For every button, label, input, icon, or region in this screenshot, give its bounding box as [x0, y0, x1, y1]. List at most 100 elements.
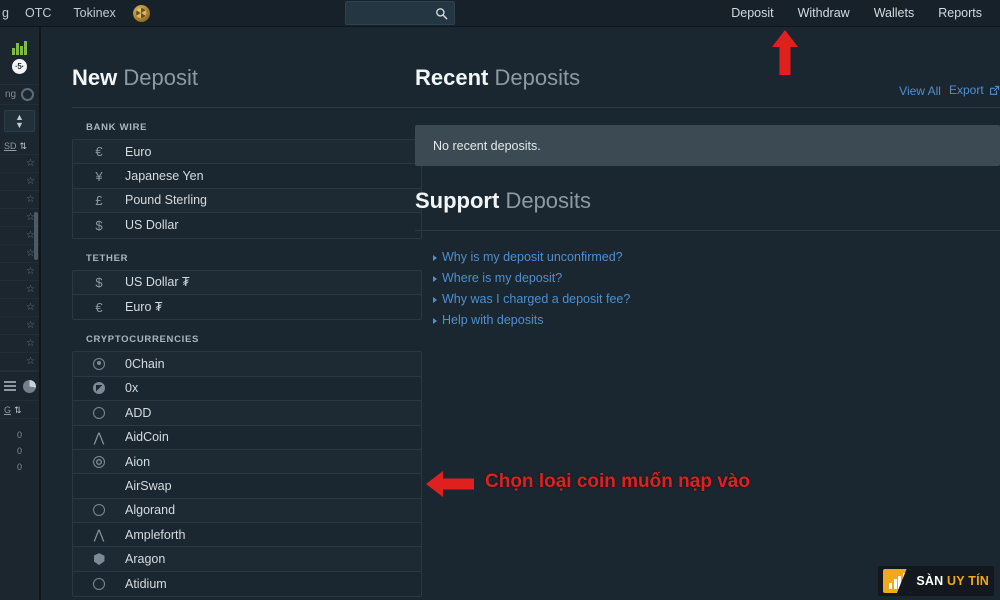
list-item[interactable]: ☆: [0, 191, 39, 209]
rail-badge: ·5·: [12, 59, 27, 74]
rail-number: 0: [16, 462, 22, 472]
main-content: New Deposit BANK WIRE € Euro ¥ Japanese …: [40, 27, 1000, 600]
list-item-tether-usd[interactable]: $ US Dollar ₮: [73, 270, 421, 295]
list-item-label: Euro: [125, 144, 152, 159]
empty-state-message: No recent deposits.: [433, 138, 541, 153]
heading-strong: New: [72, 65, 118, 90]
list-item-airswap[interactable]: AirSwap: [73, 474, 421, 499]
nav-item-otc[interactable]: OTC: [14, 0, 62, 27]
rail-pair-header[interactable]: SD ⇅: [0, 137, 39, 155]
export-label: Export: [948, 83, 984, 97]
euro-icon: €: [95, 144, 103, 160]
rail-scrollbar[interactable]: [34, 212, 38, 260]
support-heading: Support Deposits: [415, 174, 1000, 214]
list-item-add[interactable]: ADD: [73, 401, 421, 426]
triangle-right-icon: [433, 317, 437, 324]
list-item[interactable]: ☆: [0, 281, 39, 299]
top-nav-left-group: g OTC Tokinex: [0, 0, 150, 27]
support-link-label: Why was I charged a deposit fee?: [442, 292, 631, 306]
menu-icon[interactable]: [3, 379, 16, 394]
list-item-label: 0x: [125, 381, 139, 396]
rail-dropdown[interactable]: ▲ ▼: [4, 110, 35, 132]
rail-ticker-header[interactable]: G ⇅: [0, 401, 39, 419]
heading-light: Deposits: [494, 65, 581, 90]
star-icon[interactable]: ☆: [26, 194, 35, 205]
sort-icon[interactable]: ⇅: [14, 405, 22, 414]
star-icon[interactable]: ☆: [26, 158, 35, 169]
list-item[interactable]: ☆: [0, 263, 39, 281]
rail-settings-row[interactable]: ng: [0, 85, 39, 105]
watermark-text-primary: SÀN: [916, 574, 948, 588]
list-item[interactable]: ☆: [0, 173, 39, 191]
dollar-icon: $: [95, 274, 103, 290]
rail-chart-block: ·5·: [0, 27, 39, 85]
list-item-aidcoin[interactable]: ⋀ AidCoin: [73, 425, 421, 450]
nav-item-wallets[interactable]: Wallets: [862, 0, 927, 27]
list-item-0x[interactable]: 0x: [73, 376, 421, 402]
heading-light: Deposit: [123, 65, 198, 90]
list-item-atidium[interactable]: Atidium: [73, 571, 421, 597]
star-icon[interactable]: ☆: [26, 302, 35, 313]
star-icon[interactable]: ☆: [26, 266, 35, 277]
list-item[interactable]: ☆: [0, 335, 39, 353]
search-box[interactable]: [345, 1, 455, 25]
list-item-label: Algorand: [125, 503, 176, 518]
rail-ticker-label: G: [4, 404, 12, 415]
euro-icon: €: [95, 299, 103, 315]
star-icon[interactable]: ☆: [26, 356, 35, 367]
nav-item-withdraw[interactable]: Withdraw: [786, 0, 862, 27]
view-all-link[interactable]: View All: [899, 84, 941, 98]
rail-number: 0: [16, 430, 22, 440]
list-item-aion[interactable]: Aion: [73, 449, 421, 475]
external-link-icon: [989, 85, 1000, 99]
support-link-fee[interactable]: Why was I charged a deposit fee?: [433, 289, 1000, 310]
list-item-label: Pound Sterling: [125, 193, 208, 208]
heading-strong: Support: [415, 188, 500, 213]
nav-item-deposit[interactable]: Deposit: [719, 0, 785, 27]
yen-icon: ¥: [95, 168, 103, 184]
deposits-info-panel: Recent Deposits View All Export No recen…: [415, 27, 1000, 600]
nav-item-tokinex[interactable]: Tokinex: [62, 0, 126, 27]
triangle-right-icon: [433, 254, 437, 261]
list-item-label: ADD: [125, 405, 152, 420]
chevron-updown-icon: ▲ ▼: [15, 112, 24, 130]
sort-icon[interactable]: ⇅: [20, 141, 28, 150]
list-item[interactable]: ☆: [0, 155, 39, 173]
tokinex-logo-icon[interactable]: [132, 4, 150, 22]
list-item-0chain[interactable]: 0Chain: [73, 352, 421, 377]
star-icon[interactable]: ☆: [26, 320, 35, 331]
list-item-japanese-yen[interactable]: ¥ Japanese Yen: [73, 164, 421, 189]
list-item-tether-eur[interactable]: € Euro ₮: [73, 294, 421, 320]
support-link-unconfirmed[interactable]: Why is my deposit unconfirmed?: [433, 247, 1000, 268]
nav-item-clipped[interactable]: g: [2, 0, 14, 27]
list-item-pound-sterling[interactable]: £ Pound Sterling: [73, 188, 421, 214]
list-item-us-dollar[interactable]: $ US Dollar: [73, 213, 421, 238]
list-item[interactable]: ☆: [0, 317, 39, 335]
tether-list: $ US Dollar ₮ € Euro ₮: [72, 269, 422, 321]
nav-item-reports[interactable]: Reports: [926, 0, 994, 27]
watermark-text: SÀN UY TÍN: [916, 574, 989, 588]
support-link-help[interactable]: Help with deposits: [433, 310, 1000, 331]
gear-icon[interactable]: [21, 88, 34, 101]
export-link[interactable]: Export: [949, 83, 1000, 99]
heading-light: Deposits: [505, 188, 592, 213]
star-icon[interactable]: ☆: [26, 284, 35, 295]
list-item-label: Aragon: [125, 552, 166, 567]
list-item-algorand[interactable]: Algorand: [73, 498, 421, 524]
triangle-right-icon: [433, 296, 437, 303]
pie-chart-icon[interactable]: [22, 379, 36, 393]
star-icon[interactable]: ☆: [26, 338, 35, 349]
list-item-ampleforth[interactable]: ⋀ Ampleforth: [73, 523, 421, 548]
list-item-aragon[interactable]: Aragon: [73, 547, 421, 572]
support-link-label: Help with deposits: [442, 313, 544, 327]
support-link-where[interactable]: Where is my deposit?: [433, 268, 1000, 289]
heading-rule: [72, 107, 422, 108]
pound-icon: £: [95, 192, 103, 208]
list-item-euro[interactable]: € Euro: [73, 140, 421, 165]
list-item[interactable]: ☆: [0, 299, 39, 317]
star-icon[interactable]: ☆: [26, 176, 35, 187]
rail-number-column: 0 0 0: [0, 419, 39, 475]
list-item-label: Ampleforth: [125, 527, 186, 542]
list-item[interactable]: ☆: [0, 353, 39, 371]
content-left-divider: [40, 27, 41, 600]
